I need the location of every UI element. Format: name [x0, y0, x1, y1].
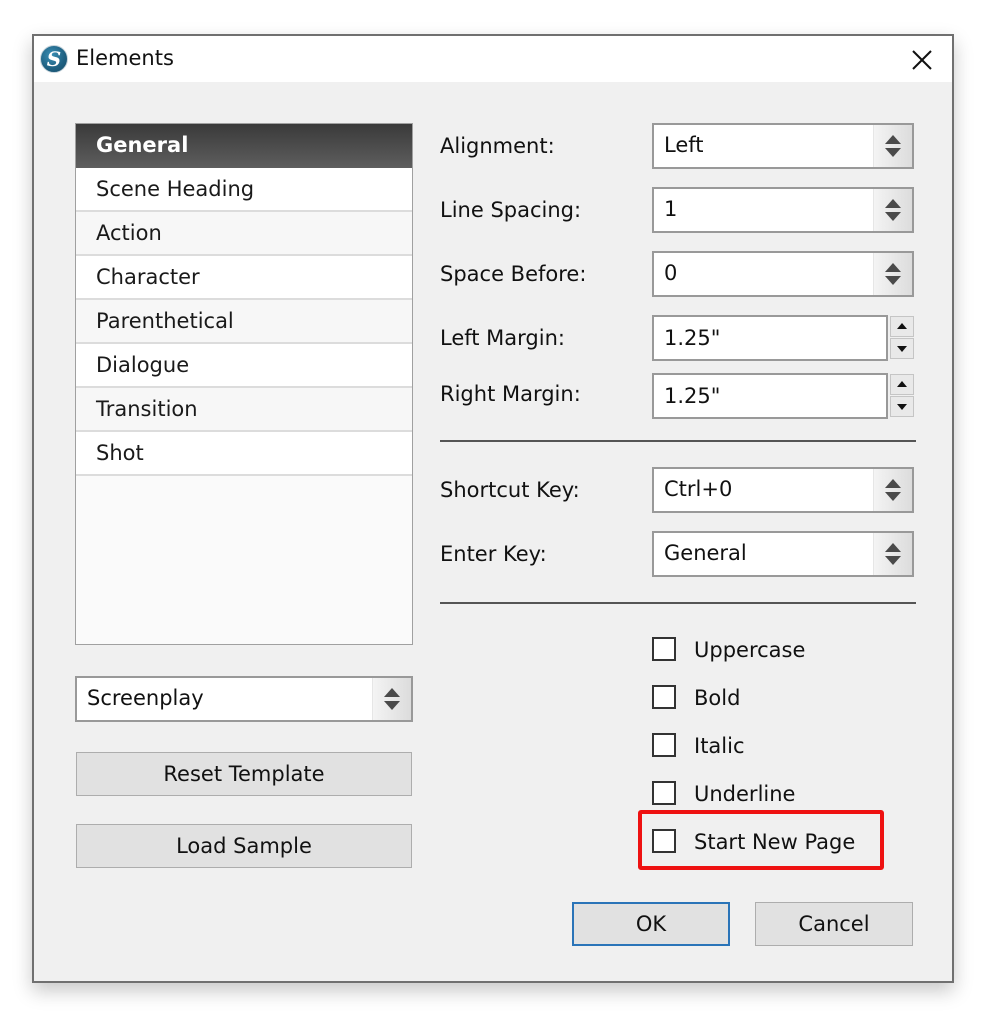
select-arrows-icon [873, 533, 912, 575]
cancel-button[interactable]: Cancel [755, 902, 913, 946]
underline-label: Underline [694, 782, 796, 806]
space-before-label: Space Before: [440, 262, 587, 286]
list-item-general[interactable]: General [76, 124, 412, 168]
shortcut-key-label: Shortcut Key: [440, 478, 580, 502]
list-item-scene-heading[interactable]: Scene Heading [76, 168, 412, 212]
right-margin-input[interactable]: 1.25" [652, 373, 888, 419]
list-item-shot[interactable]: Shot [76, 432, 412, 476]
list-item-action[interactable]: Action [76, 212, 412, 256]
enter-key-value: General [664, 541, 747, 565]
space-before-select[interactable]: 0 [652, 251, 914, 297]
select-arrows-icon [873, 469, 912, 511]
select-arrows-icon [873, 253, 912, 295]
line-spacing-select[interactable]: 1 [652, 187, 914, 233]
dialog-title: Elements [76, 46, 174, 70]
list-item-dialogue[interactable]: Dialogue [76, 344, 412, 388]
load-sample-button[interactable]: Load Sample [76, 824, 412, 868]
right-margin-value: 1.25" [664, 384, 721, 408]
checkbox-box[interactable] [652, 733, 676, 757]
space-before-value: 0 [664, 261, 678, 285]
left-margin-value: 1.25" [664, 326, 721, 350]
uppercase-label: Uppercase [694, 638, 806, 662]
close-icon [912, 50, 932, 70]
enter-key-select[interactable]: General [652, 531, 914, 577]
left-margin-label: Left Margin: [440, 326, 565, 350]
scrivener-logo-icon: S [40, 45, 68, 73]
reset-template-button[interactable]: Reset Template [76, 752, 412, 796]
checkbox-box[interactable] [652, 637, 676, 661]
checkbox-box[interactable] [652, 781, 676, 805]
bold-label: Bold [694, 686, 741, 710]
divider [440, 602, 916, 604]
arrow-up-icon [897, 323, 907, 329]
divider [440, 440, 916, 442]
arrow-up-icon [897, 381, 907, 387]
enter-key-label: Enter Key: [440, 542, 547, 566]
alignment-select[interactable]: Left [652, 123, 914, 169]
shortcut-key-select[interactable]: Ctrl+0 [652, 467, 914, 513]
highlight-annotation [638, 810, 884, 870]
alignment-value: Left [664, 133, 704, 157]
left-margin-decrement[interactable] [890, 338, 914, 359]
list-item-transition[interactable]: Transition [76, 388, 412, 432]
checkbox-box[interactable] [652, 685, 676, 709]
template-select-value: Screenplay [87, 686, 204, 710]
close-button[interactable] [904, 42, 940, 78]
italic-label: Italic [694, 734, 745, 758]
element-type-list[interactable]: General Scene Heading Action Character P… [75, 123, 413, 645]
line-spacing-value: 1 [664, 197, 678, 221]
ok-button[interactable]: OK [572, 902, 730, 946]
list-item-character[interactable]: Character [76, 256, 412, 300]
left-margin-input[interactable]: 1.25" [652, 315, 888, 361]
line-spacing-label: Line Spacing: [440, 198, 582, 222]
right-margin-decrement[interactable] [890, 396, 914, 417]
select-arrows-icon [873, 125, 912, 167]
template-select[interactable]: Screenplay [75, 676, 413, 722]
left-margin-increment[interactable] [890, 316, 914, 337]
select-arrows-icon [873, 189, 912, 231]
elements-dialog: S Elements General Scene Heading Action … [32, 34, 954, 983]
alignment-label: Alignment: [440, 134, 555, 158]
shortcut-key-value: Ctrl+0 [664, 477, 733, 501]
select-arrows-icon [372, 678, 411, 720]
right-margin-label: Right Margin: [440, 382, 581, 406]
list-item-parenthetical[interactable]: Parenthetical [76, 300, 412, 344]
right-margin-increment[interactable] [890, 374, 914, 395]
arrow-down-icon [897, 404, 907, 410]
title-bar: S Elements [34, 36, 952, 82]
arrow-down-icon [897, 346, 907, 352]
